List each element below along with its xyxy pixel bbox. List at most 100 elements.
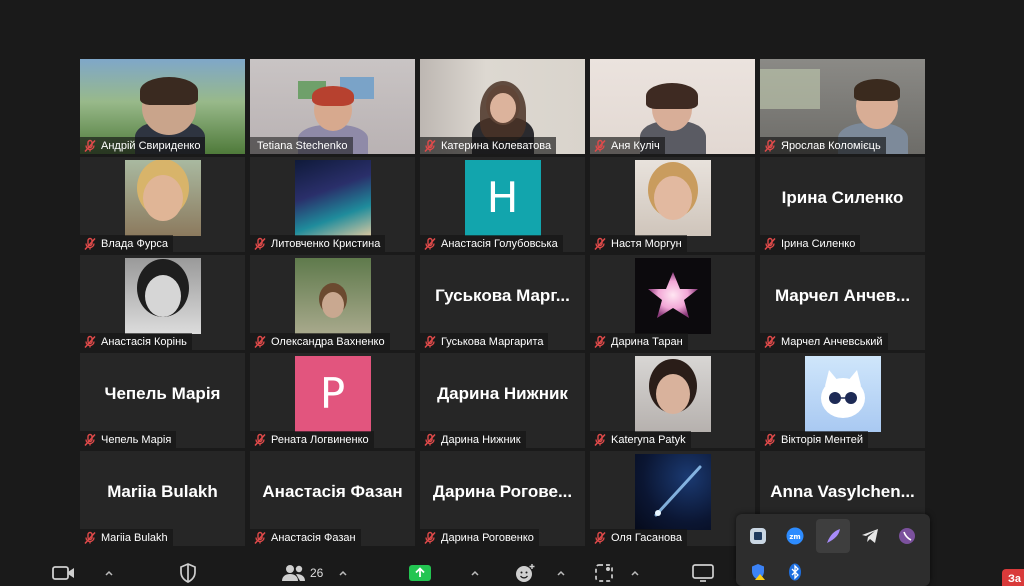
mic-muted-icon <box>594 237 606 250</box>
participants-button[interactable]: 26 <box>282 562 323 584</box>
reactions-button[interactable] <box>514 562 536 584</box>
tray-zoom[interactable]: zm <box>785 526 805 546</box>
participant-label: Дарина Роговенко <box>420 529 539 546</box>
mic-muted-icon <box>764 433 776 446</box>
participant-tile[interactable]: Литовченко Кристина <box>250 157 415 252</box>
participant-name: Гуськова Маргарита <box>441 335 544 348</box>
participant-name: Рената Логвиненко <box>271 433 369 446</box>
feather-icon <box>827 529 840 543</box>
participant-name: Марчел Анчевський <box>781 335 883 348</box>
participant-name: Mariia Bulakh <box>101 531 168 544</box>
participant-name: Настя Моргун <box>611 237 682 250</box>
participant-name: Ірина Силенко <box>781 237 856 250</box>
participant-label: Анастасія Голубовська <box>420 235 563 252</box>
participant-name: Литовченко Кристина <box>271 237 381 250</box>
participant-tile[interactable]: Катерина Колеватова <box>420 59 585 154</box>
letter-avatar: H <box>464 159 541 236</box>
tray-viber[interactable] <box>897 526 917 546</box>
mic-muted-icon <box>424 433 436 446</box>
system-tray-overflow: zm <box>736 514 930 586</box>
participant-label: Tetiana Stechenko <box>250 137 353 154</box>
mic-muted-icon <box>764 335 776 348</box>
share-screen-button[interactable] <box>408 562 432 584</box>
participant-name: Tetiana Stechenko <box>257 139 348 152</box>
security-button[interactable] <box>178 562 198 584</box>
participant-tile[interactable]: Марчел Анчев... Марчел Анчевський <box>760 255 925 350</box>
participant-tile[interactable]: Ірина Силенко Ірина Силенко <box>760 157 925 252</box>
participant-display-name: Anna Vasylchen... <box>770 481 915 501</box>
participant-tile[interactable]: Оля Гасанова <box>590 451 755 546</box>
participant-tile[interactable]: Чепель Марія Чепель Марія <box>80 353 245 448</box>
viber-icon <box>899 528 915 544</box>
mic-muted-icon <box>594 531 606 544</box>
profile-photo <box>294 159 371 236</box>
mic-muted-icon <box>424 531 436 544</box>
participant-label: Влада Фурса <box>80 235 173 252</box>
mic-muted-icon <box>84 433 96 446</box>
participant-name: Олександра Вахненко <box>271 335 385 348</box>
participant-tile[interactable]: Дарина Нижник Дарина Нижник <box>420 353 585 448</box>
apps-button[interactable] <box>594 562 614 584</box>
profile-photo <box>634 257 711 334</box>
tray-bluetooth[interactable] <box>785 562 805 582</box>
mic-muted-icon <box>424 139 436 152</box>
participant-tile[interactable]: P Рената Логвиненко <box>250 353 415 448</box>
gallery-view: Андрій Свириденко Tetiana Stechenko Кате… <box>80 59 925 546</box>
participant-tile[interactable]: H Анастасія Голубовська <box>420 157 585 252</box>
chevron-up-icon <box>105 570 113 576</box>
shield-icon <box>180 563 196 583</box>
participant-name: Оля Гасанова <box>611 531 682 544</box>
apps-options-chevron[interactable] <box>630 562 640 584</box>
participant-label: Дарина Таран <box>590 333 688 350</box>
participant-tile[interactable]: Влада Фурса <box>80 157 245 252</box>
participant-name: Дарина Роговенко <box>441 531 534 544</box>
mic-muted-icon <box>594 433 606 446</box>
participant-label: Анастасія Фазан <box>250 529 361 546</box>
share-options-chevron[interactable] <box>470 562 480 584</box>
participant-name: Катерина Колеватова <box>441 139 552 152</box>
participant-tile[interactable]: Вікторія Ментей <box>760 353 925 448</box>
participant-display-name: Дарина Рогове... <box>432 481 573 501</box>
tray-security-warning[interactable] <box>748 562 768 582</box>
participant-tile[interactable]: Ярослав Коломієць <box>760 59 925 154</box>
tray-feather-app[interactable] <box>823 526 843 546</box>
participant-tile[interactable]: Анастасія Корінь <box>80 255 245 350</box>
participants-options-chevron[interactable] <box>338 562 348 584</box>
shield-warning-icon <box>752 564 765 580</box>
chevron-up-icon <box>471 570 479 576</box>
participant-display-name: Марчел Анчев... <box>774 285 911 305</box>
video-options-chevron[interactable] <box>104 562 114 584</box>
participant-tile[interactable]: Гуськова Марг... Гуськова Маргарита <box>420 255 585 350</box>
participant-tile-active-speaker[interactable]: Tetiana Stechenko <box>250 59 415 154</box>
mic-muted-icon <box>254 531 266 544</box>
mic-muted-icon <box>84 237 96 250</box>
whiteboard-button[interactable] <box>692 562 714 584</box>
participant-label: Чепель Марія <box>80 431 177 448</box>
participant-tile[interactable]: Олександра Вахненко <box>250 255 415 350</box>
participant-label: Андрій Свириденко <box>80 137 206 154</box>
mic-muted-icon <box>594 335 606 348</box>
participant-display-name: Анастасія Фазан <box>262 481 403 501</box>
participant-tile[interactable]: Настя Моргун <box>590 157 755 252</box>
participant-tile[interactable]: Андрій Свириденко <box>80 59 245 154</box>
participant-label: Анастасія Корінь <box>80 333 192 350</box>
participant-tile[interactable]: Kateryna Patyk <box>590 353 755 448</box>
participant-tile[interactable]: Анастасія Фазан Анастасія Фазан <box>250 451 415 546</box>
end-meeting-button[interactable]: За <box>1002 569 1024 586</box>
tray-telegram[interactable] <box>860 526 880 546</box>
profile-photo <box>124 159 201 236</box>
participant-label: Дарина Нижник <box>420 431 526 448</box>
participant-name: Ярослав Коломієць <box>781 139 881 152</box>
participant-tile[interactable]: Аня Куліч <box>590 59 755 154</box>
participant-tile[interactable]: Дарина Рогове... Дарина Роговенко <box>420 451 585 546</box>
reactions-options-chevron[interactable] <box>556 562 566 584</box>
participant-tile[interactable]: Mariia Bulakh Mariia Bulakh <box>80 451 245 546</box>
participant-label: Настя Моргун <box>590 235 687 252</box>
participant-tile[interactable]: Дарина Таран <box>590 255 755 350</box>
participant-label: Kateryna Patyk <box>590 431 691 448</box>
participant-display-name: Гуськова Марг... <box>435 285 570 305</box>
participant-display-name: Mariia Bulakh <box>107 481 218 501</box>
video-button[interactable] <box>52 562 76 584</box>
participant-name: Анастасія Фазан <box>271 531 356 544</box>
tray-app-1[interactable] <box>748 526 768 546</box>
